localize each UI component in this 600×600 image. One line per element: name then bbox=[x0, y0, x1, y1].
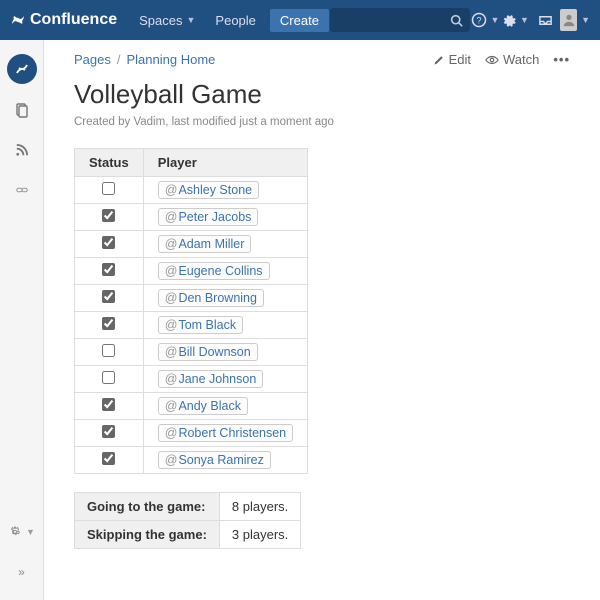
chevron-down-icon: ▼ bbox=[491, 15, 500, 25]
settings-button[interactable]: ▼ bbox=[500, 0, 530, 40]
search-input[interactable] bbox=[330, 8, 470, 32]
confluence-icon bbox=[10, 12, 26, 28]
pages-tree-button[interactable] bbox=[8, 96, 36, 124]
summary-going-value: 8 players. bbox=[219, 493, 300, 521]
user-mention[interactable]: @Tom Black bbox=[158, 316, 243, 334]
product-logo[interactable]: Confluence bbox=[10, 11, 117, 29]
help-icon: ? bbox=[471, 12, 487, 28]
create-button[interactable]: Create bbox=[270, 9, 329, 32]
top-navigation: Confluence Spaces▼ People Create ? ▼ ▼ ▼ bbox=[0, 0, 600, 40]
chevron-down-icon: ▼ bbox=[581, 15, 590, 25]
notifications-button[interactable] bbox=[530, 0, 560, 40]
status-checkbox[interactable] bbox=[102, 290, 115, 303]
more-actions-button[interactable]: ••• bbox=[553, 52, 570, 67]
user-mention[interactable]: @Eugene Collins bbox=[158, 262, 270, 280]
summary-skipping-label: Skipping the game: bbox=[75, 521, 220, 549]
gear-icon bbox=[8, 525, 22, 539]
ellipsis-icon: ••• bbox=[553, 52, 570, 67]
left-sidebar: ▼ » bbox=[0, 40, 44, 600]
page-title: Volleyball Game bbox=[74, 79, 570, 110]
space-settings-button[interactable]: ▼ bbox=[8, 518, 36, 546]
table-row: @Den Browning bbox=[75, 285, 308, 312]
status-checkbox[interactable] bbox=[102, 398, 115, 411]
chevron-down-icon: ▼ bbox=[520, 15, 529, 25]
nav-spaces[interactable]: Spaces▼ bbox=[129, 0, 205, 40]
page-meta: Created by Vadim, last modified just a m… bbox=[74, 116, 570, 128]
user-mention[interactable]: @Ashley Stone bbox=[158, 181, 259, 199]
chevron-right-icon: » bbox=[18, 565, 25, 579]
status-checkbox[interactable] bbox=[102, 344, 115, 357]
user-mention[interactable]: @Den Browning bbox=[158, 289, 264, 307]
help-button[interactable]: ? ▼ bbox=[470, 0, 500, 40]
shortcuts-button[interactable] bbox=[8, 176, 36, 204]
avatar bbox=[560, 9, 577, 31]
status-checkbox[interactable] bbox=[102, 317, 115, 330]
table-row: @Sonya Ramirez bbox=[75, 447, 308, 474]
product-name: Confluence bbox=[30, 11, 117, 29]
page-content: Pages / Planning Home Edit Watch ••• Vol… bbox=[44, 40, 600, 600]
table-row: @Ashley Stone bbox=[75, 177, 308, 204]
edit-button[interactable]: Edit bbox=[433, 52, 471, 67]
status-checkbox[interactable] bbox=[102, 371, 115, 384]
table-row: @Jane Johnson bbox=[75, 366, 308, 393]
col-status: Status bbox=[75, 149, 144, 177]
status-checkbox[interactable] bbox=[102, 209, 115, 222]
col-player: Player bbox=[143, 149, 307, 177]
table-row: @Robert Christensen bbox=[75, 420, 308, 447]
rss-icon bbox=[14, 143, 29, 158]
gear-icon bbox=[501, 13, 516, 28]
table-row: @Bill Downson bbox=[75, 339, 308, 366]
chevron-down-icon: ▼ bbox=[187, 15, 196, 25]
page-icon bbox=[14, 102, 30, 118]
watch-button[interactable]: Watch bbox=[485, 52, 539, 67]
nav-people[interactable]: People bbox=[205, 0, 265, 40]
user-mention[interactable]: @Bill Downson bbox=[158, 343, 258, 361]
players-table: Status Player @Ashley Stone @Peter Jacobs… bbox=[74, 148, 308, 474]
summary-skipping-value: 3 players. bbox=[219, 521, 300, 549]
breadcrumb-root[interactable]: Pages bbox=[74, 52, 111, 67]
user-mention[interactable]: @Robert Christensen bbox=[158, 424, 293, 442]
user-mention[interactable]: @Sonya Ramirez bbox=[158, 451, 271, 469]
user-mention[interactable]: @Peter Jacobs bbox=[158, 208, 259, 226]
collapse-sidebar-button[interactable]: » bbox=[8, 558, 36, 586]
eye-icon bbox=[485, 54, 499, 66]
table-row: @Tom Black bbox=[75, 312, 308, 339]
summary-going-label: Going to the game: bbox=[75, 493, 220, 521]
status-checkbox[interactable] bbox=[102, 425, 115, 438]
chevron-down-icon: ▼ bbox=[26, 527, 35, 537]
user-mention[interactable]: @Andy Black bbox=[158, 397, 248, 415]
pencil-icon bbox=[433, 54, 445, 66]
user-mention[interactable]: @Adam Miller bbox=[158, 235, 252, 253]
summary-table: Going to the game: 8 players. Skipping t… bbox=[74, 492, 301, 549]
tray-icon bbox=[538, 13, 553, 28]
link-icon bbox=[15, 183, 29, 197]
space-avatar[interactable] bbox=[7, 54, 37, 84]
table-row: @Adam Miller bbox=[75, 231, 308, 258]
status-checkbox[interactable] bbox=[102, 236, 115, 249]
status-checkbox[interactable] bbox=[102, 182, 115, 195]
svg-text:?: ? bbox=[476, 16, 481, 26]
status-checkbox[interactable] bbox=[102, 263, 115, 276]
feed-button[interactable] bbox=[8, 136, 36, 164]
profile-menu[interactable]: ▼ bbox=[560, 0, 590, 40]
status-checkbox[interactable] bbox=[102, 452, 115, 465]
breadcrumb-parent[interactable]: Planning Home bbox=[127, 52, 216, 67]
page-actions: Edit Watch ••• bbox=[433, 52, 570, 67]
table-row: @Peter Jacobs bbox=[75, 204, 308, 231]
table-row: @Eugene Collins bbox=[75, 258, 308, 285]
user-mention[interactable]: @Jane Johnson bbox=[158, 370, 264, 388]
search-icon bbox=[450, 14, 463, 27]
table-row: @Andy Black bbox=[75, 393, 308, 420]
